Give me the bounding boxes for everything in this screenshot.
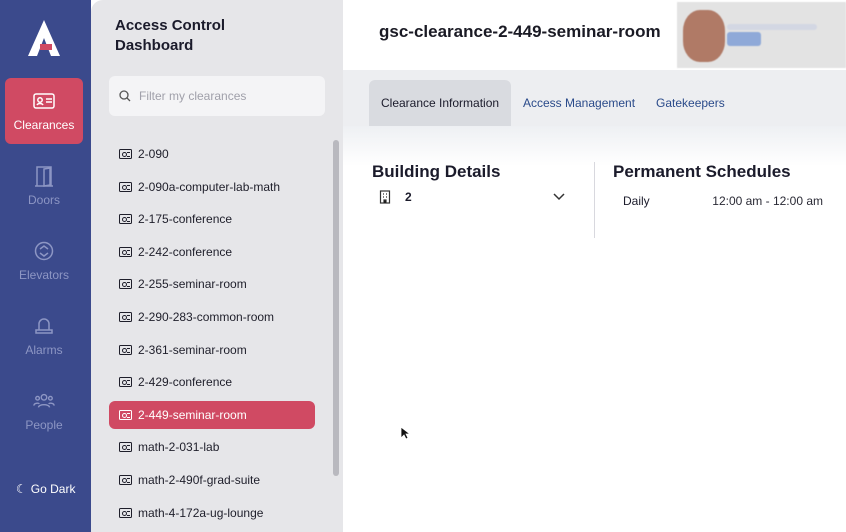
badge-icon bbox=[119, 442, 132, 453]
permanent-schedules-heading: Permanent Schedules bbox=[613, 162, 791, 181]
badge-icon bbox=[119, 181, 132, 192]
tab-bar: Clearance Information Access Management … bbox=[343, 70, 846, 126]
nav-label-doors: Doors bbox=[27, 193, 60, 207]
panel-title: Access Control Dashboard bbox=[115, 17, 226, 54]
schedule-time: 12:00 am - 12:00 am bbox=[712, 194, 823, 208]
tab-content: Building Details 2 Permanent Schedules D… bbox=[343, 126, 846, 532]
clearance-item[interactable]: 2-090 bbox=[109, 140, 315, 168]
go-dark-toggle[interactable]: ☾ Go Dark bbox=[16, 482, 75, 496]
clearance-item-selected[interactable]: 2-449-seminar-room bbox=[109, 400, 315, 429]
building-row[interactable]: 2 bbox=[379, 190, 565, 204]
clearance-item[interactable]: 2-242-conference bbox=[109, 238, 315, 266]
nav-item-doors[interactable]: Doors bbox=[5, 153, 83, 219]
clearance-label: math-2-031-lab bbox=[138, 440, 220, 455]
tab-clearance-information[interactable]: Clearance Information bbox=[369, 80, 512, 126]
nav-item-clearances[interactable]: Clearances bbox=[5, 78, 83, 144]
clearance-label: 2-255-seminar-room bbox=[138, 277, 247, 292]
section-divider bbox=[594, 162, 595, 238]
badge-icon bbox=[119, 377, 132, 388]
alarm-icon bbox=[33, 315, 55, 337]
schedule-frequency: Daily bbox=[623, 194, 650, 208]
avatar-name-blur bbox=[727, 24, 817, 30]
clearance-label: 2-429-conference bbox=[138, 375, 233, 390]
mouse-cursor-icon bbox=[400, 426, 410, 440]
nav-item-elevators[interactable]: Elevators bbox=[5, 228, 83, 294]
clearance-label: 2-242-conference bbox=[138, 244, 233, 259]
clearance-item[interactable]: math-2-490f-grad-suite bbox=[109, 466, 315, 494]
avatar-photo bbox=[683, 10, 725, 62]
clearance-item[interactable]: 2-361-seminar-room bbox=[109, 336, 315, 364]
clearance-item[interactable]: 2-429-conference bbox=[109, 368, 315, 396]
clearance-item[interactable]: math-4-172a-ug-lounge bbox=[109, 499, 315, 527]
badge-icon bbox=[119, 474, 132, 485]
clearance-item[interactable]: math-2-031-lab bbox=[109, 433, 315, 461]
clearance-item[interactable]: 2-255-seminar-room bbox=[109, 270, 315, 298]
clearance-item[interactable]: 2-175-conference bbox=[109, 205, 315, 233]
chevron-down-icon[interactable] bbox=[553, 193, 565, 201]
badge-icon bbox=[119, 507, 132, 518]
building-details-heading: Building Details bbox=[372, 162, 501, 181]
building-value: 2 bbox=[405, 190, 412, 204]
nav-label-elevators: Elevators bbox=[18, 268, 70, 282]
badge-icon bbox=[119, 409, 132, 420]
clearance-label: math-2-490f-grad-suite bbox=[138, 472, 261, 487]
badge-icon bbox=[119, 149, 132, 159]
schedule-row: Daily 12:00 am - 12:00 am bbox=[623, 194, 823, 208]
tab-gatekeepers[interactable]: Gatekeepers bbox=[644, 80, 737, 126]
door-icon bbox=[33, 165, 55, 187]
main-header: gsc-clearance-2-449-seminar-room bbox=[343, 0, 846, 70]
search-input[interactable] bbox=[139, 89, 309, 103]
nav-label-clearances: Clearances bbox=[13, 118, 75, 132]
app-logo[interactable] bbox=[26, 18, 62, 58]
badge-icon bbox=[119, 279, 132, 290]
badge-icon bbox=[119, 214, 132, 225]
clearance-label: 2-090a-computer-lab-math bbox=[138, 179, 281, 194]
clearances-panel: Access Control Dashboard 2-090 2-090a-co… bbox=[91, 0, 343, 532]
clearance-list: 2-090 2-090a-computer-lab-math 2-175-con… bbox=[109, 140, 315, 531]
building-icon bbox=[379, 190, 391, 204]
clearance-label: 2-449-seminar-room bbox=[138, 407, 247, 422]
clearance-label: math-4-172a-ug-lounge bbox=[138, 505, 264, 520]
badge-icon bbox=[119, 246, 132, 257]
nav-item-people[interactable]: People bbox=[5, 378, 83, 444]
list-scrollbar[interactable] bbox=[333, 140, 339, 476]
user-avatar[interactable] bbox=[677, 2, 846, 68]
id-card-icon bbox=[33, 90, 55, 112]
search-icon bbox=[119, 90, 131, 102]
clearance-label: 2-361-seminar-room bbox=[138, 342, 247, 357]
clearance-item[interactable]: 2-290-283-common-room bbox=[109, 303, 315, 331]
clearance-label: 2-290-283-common-room bbox=[138, 309, 275, 324]
clearance-label: 2-090 bbox=[138, 147, 169, 161]
main-area: gsc-clearance-2-449-seminar-room Clearan… bbox=[343, 0, 846, 532]
nav-item-alarms[interactable]: Alarms bbox=[5, 303, 83, 369]
clearance-label: 2-175-conference bbox=[138, 212, 233, 227]
clearance-item[interactable]: 2-090a-computer-lab-math bbox=[109, 173, 315, 201]
people-icon bbox=[33, 390, 55, 412]
go-dark-label: Go Dark bbox=[30, 482, 76, 496]
tab-access-management[interactable]: Access Management bbox=[511, 80, 647, 126]
nav-label-alarms: Alarms bbox=[25, 343, 63, 357]
search-box[interactable] bbox=[109, 76, 325, 116]
page-title: gsc-clearance-2-449-seminar-room bbox=[379, 22, 661, 41]
nav-label-people: People bbox=[25, 418, 63, 432]
moon-icon: ☾ bbox=[16, 482, 27, 496]
badge-icon bbox=[119, 344, 132, 355]
badge-icon bbox=[119, 311, 132, 322]
elevator-icon bbox=[33, 240, 55, 262]
avatar-role-blur bbox=[727, 32, 761, 46]
nav-rail: Clearances Doors Elevators Alarms People… bbox=[0, 0, 91, 532]
